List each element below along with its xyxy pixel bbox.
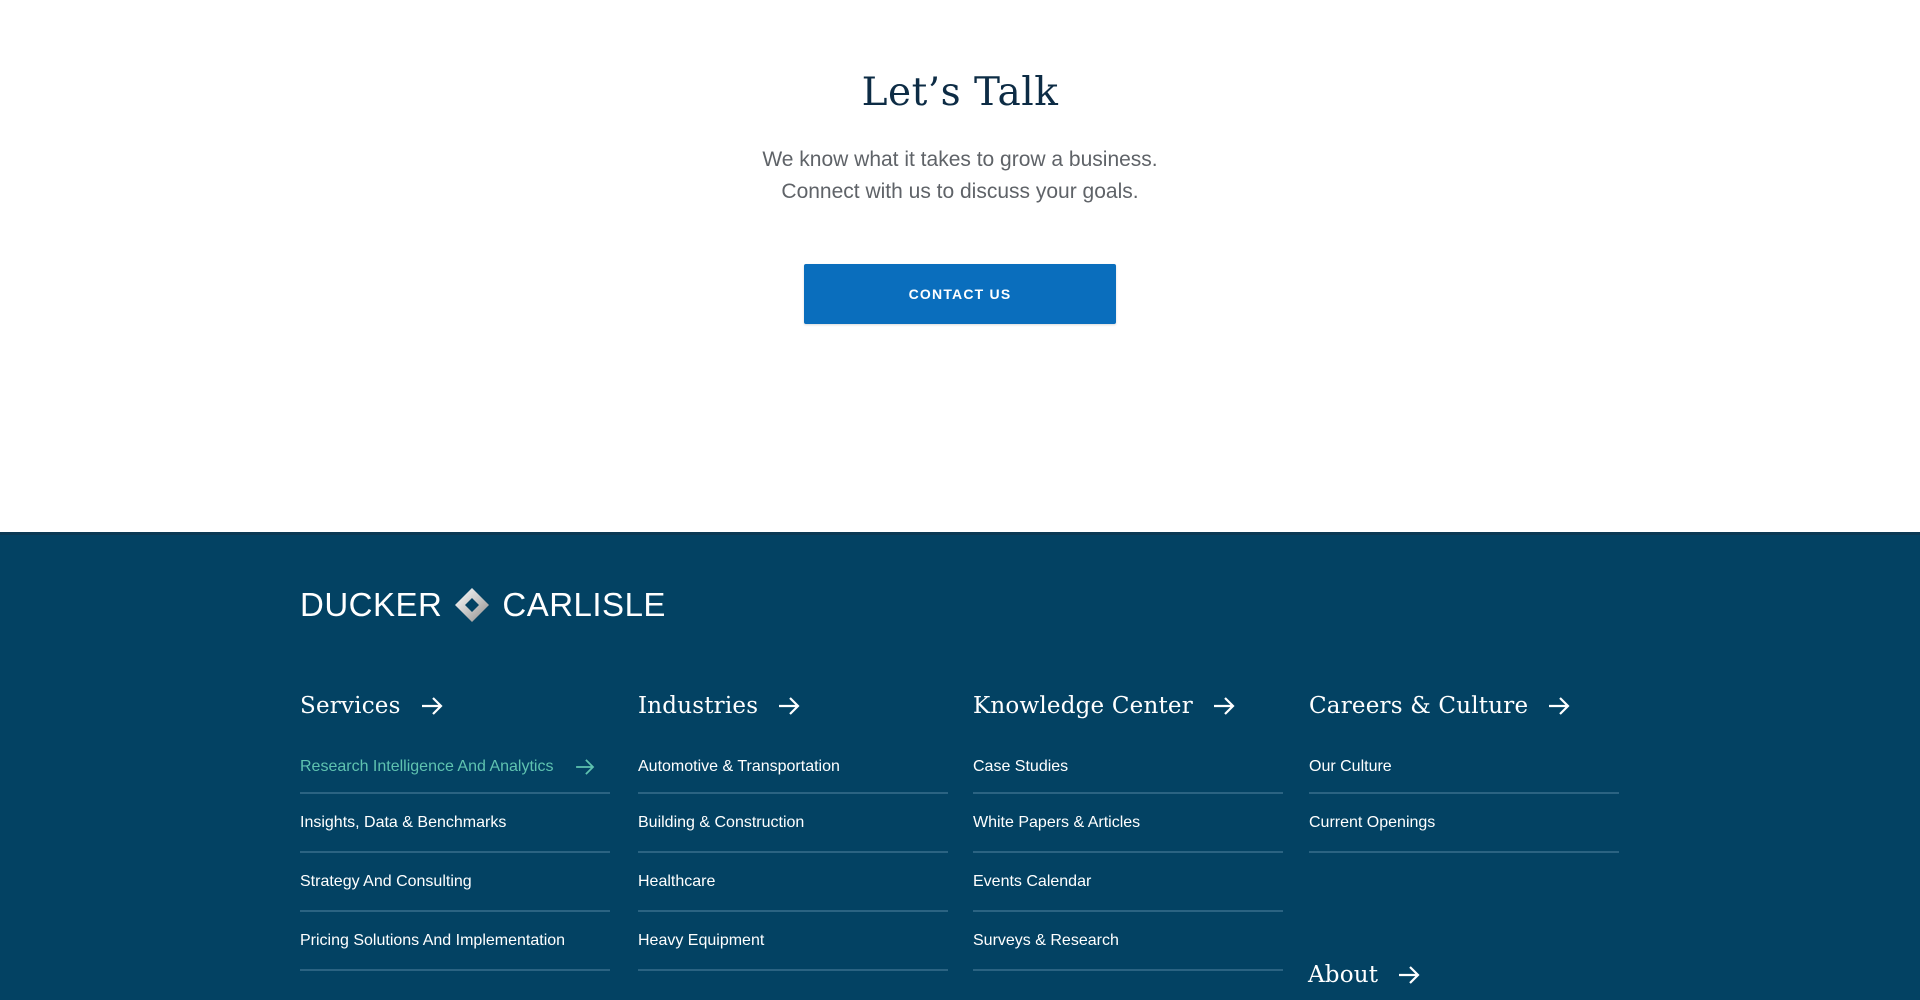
footer-link-insights-data[interactable]: Insights, Data & Benchmarks <box>300 794 610 853</box>
careers-culture-heading-link[interactable]: Careers & Culture <box>1309 690 1619 722</box>
cta-title: Let’s Talk <box>861 70 1059 115</box>
ducker-carlisle-logo[interactable]: DUCKER CARLISLE <box>300 585 666 625</box>
cta-description-line-1: We know what it takes to grow a business… <box>762 148 1158 171</box>
link-label: White Papers & Articles <box>973 813 1141 831</box>
link-label: Pricing Solutions And Implementation <box>300 931 566 949</box>
industries-heading: Industries <box>638 693 759 719</box>
footer-link-heavy-equipment[interactable]: Heavy Equipment <box>638 912 948 971</box>
arrow-right-icon <box>421 697 443 715</box>
footer-link-healthcare[interactable]: Healthcare <box>638 853 948 912</box>
diamond-logo-icon <box>455 588 490 622</box>
teal-diamond-icon <box>925 0 995 20</box>
arrow-right-icon <box>1549 697 1570 715</box>
about-heading: About <box>1308 962 1379 988</box>
link-label: Insights, Data & Benchmarks <box>300 813 507 831</box>
link-label: Research Intelligence And Analytics <box>300 758 554 775</box>
footer-link-case-studies[interactable]: Case Studies <box>973 742 1283 794</box>
footer-link-strategy-consulting[interactable]: Strategy And Consulting <box>300 853 610 912</box>
footer-link-events-calendar[interactable]: Events Calendar <box>973 853 1283 912</box>
link-label: Our Culture <box>1309 758 1392 775</box>
footer-link-research-intelligence[interactable]: Research Intelligence And Analytics <box>300 742 610 794</box>
footer-link-pricing-solutions[interactable]: Pricing Solutions And Implementation <box>300 912 610 971</box>
services-heading: Services <box>300 693 401 719</box>
contact-us-button[interactable]: CONTACT US <box>804 264 1116 324</box>
knowledge-center-link-list: Case Studies White Papers & Articles Eve… <box>973 742 1283 971</box>
footer-link-automotive[interactable]: Automotive & Transportation <box>638 742 948 794</box>
logo-word-right: CARLISLE <box>502 586 666 623</box>
footer-column-careers-culture: Careers & Culture Our Culture Current Op… <box>1309 690 1619 853</box>
arrow-right-icon <box>779 697 800 715</box>
link-label: Automotive & Transportation <box>638 758 840 775</box>
footer-link-surveys-research[interactable]: Surveys & Research <box>973 912 1283 971</box>
cta-description-line-2: Connect with us to discuss your goals. <box>781 180 1139 203</box>
footer-column-services: Services Research Intelligence And Analy… <box>300 690 610 971</box>
link-label: Heavy Equipment <box>638 931 765 949</box>
link-label: Building & Construction <box>638 813 805 831</box>
link-label: Healthcare <box>638 872 716 890</box>
footer-link-white-papers[interactable]: White Papers & Articles <box>973 794 1283 853</box>
link-label: Case Studies <box>973 758 1069 775</box>
link-label: Strategy And Consulting <box>300 872 472 890</box>
knowledge-center-heading-link[interactable]: Knowledge Center <box>973 690 1283 722</box>
careers-culture-link-list: Our Culture Current Openings <box>1309 742 1619 853</box>
link-label: Surveys & Research <box>973 931 1119 949</box>
footer-link-building[interactable]: Building & Construction <box>638 794 948 853</box>
cta-section: Let’s Talk We know what it takes to grow… <box>0 0 1920 532</box>
footer-column-knowledge-center: Knowledge Center Case Studies White Pape… <box>973 690 1283 971</box>
industries-link-list: Automotive & Transportation Building & C… <box>638 742 948 971</box>
arrow-right-icon <box>1399 966 1420 984</box>
link-label: Events Calendar <box>973 872 1092 890</box>
footer-column-industries: Industries Automotive & Transportation B… <box>638 690 948 971</box>
services-link-list: Research Intelligence And Analytics Insi… <box>300 742 610 971</box>
services-heading-link[interactable]: Services <box>300 690 610 722</box>
knowledge-center-heading: Knowledge Center <box>973 693 1193 719</box>
arrow-right-icon <box>1213 697 1235 715</box>
arrow-right-icon <box>576 759 595 775</box>
logo-word-left: DUCKER <box>300 586 443 623</box>
about-heading-link[interactable]: About <box>1308 959 1420 991</box>
footer-link-current-openings[interactable]: Current Openings <box>1309 794 1619 853</box>
cta-description: We know what it takes to grow a business… <box>0 144 1920 208</box>
footer-link-our-culture[interactable]: Our Culture <box>1309 742 1619 794</box>
industries-heading-link[interactable]: Industries <box>638 690 948 722</box>
careers-culture-heading: Careers & Culture <box>1309 693 1529 719</box>
link-label: Current Openings <box>1309 813 1436 831</box>
site-footer: DUCKER CARLISLE Services Research Intell… <box>0 532 1920 1000</box>
